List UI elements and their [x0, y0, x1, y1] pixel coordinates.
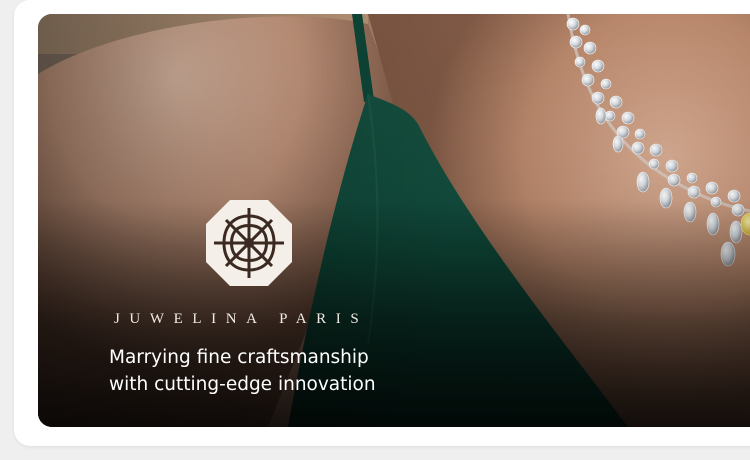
tagline-line-1: Marrying fine craftsmanship [109, 347, 369, 368]
hero-banner: JUWELINA PARIS Marrying fine craftsmansh… [38, 14, 750, 427]
brand-logo-icon [206, 200, 292, 286]
brand-name: JUWELINA PARIS [114, 311, 369, 327]
hero-tagline: Marrying fine craftsmanship with cutting… [109, 344, 429, 398]
tagline-line-2: with cutting-edge innovation [109, 374, 376, 395]
